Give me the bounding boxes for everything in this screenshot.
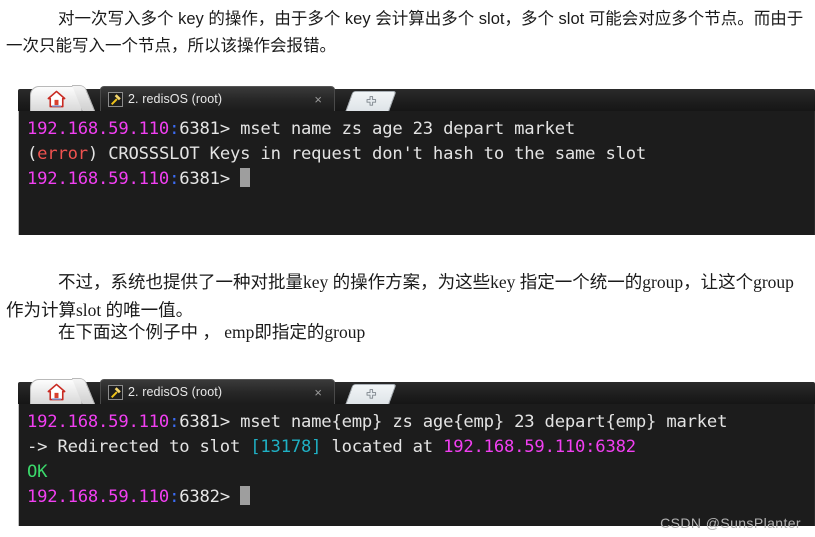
tab-redisos-active[interactable]: 2. redisOS (root) × <box>100 86 335 111</box>
terminal-text-segment: mset name zs age 23 depart market <box>240 119 576 139</box>
new-tab-button[interactable] <box>345 384 397 404</box>
terminal-text-segment: 6381> <box>179 169 241 189</box>
home-icon <box>47 383 65 401</box>
tab-close-button[interactable]: × <box>292 93 330 106</box>
terminal-text-segment: -> Redirected to slot <box>27 437 251 457</box>
terminal-text-segment: ( <box>27 144 38 164</box>
terminal-text-segment: OK <box>27 462 48 482</box>
terminal-tabbar: 2. redisOS (root) × <box>18 86 815 111</box>
terminal-line: 192.168.59.110:6381> mset name{emp} zs a… <box>27 410 814 435</box>
tab-close-button[interactable]: × <box>292 386 330 399</box>
tab-title: 2. redisOS (root) <box>128 385 223 399</box>
terminal-text-segment: : <box>169 412 180 432</box>
plug-icon <box>108 384 123 400</box>
terminal-text-segment: : <box>169 119 180 139</box>
terminal-text-segment: 192.168.59.110 <box>27 412 170 432</box>
terminal-text-segment: 192.168.59.110 <box>27 169 170 189</box>
terminal-line: OK <box>27 460 814 485</box>
terminal-text-segment: 6381> <box>179 412 241 432</box>
terminal-text-segment: [13178] <box>250 437 322 457</box>
plus-icon <box>366 389 376 399</box>
csdn-watermark: CSDN @SunsPlanter <box>660 515 801 531</box>
terminal-text-segment: error <box>37 144 88 164</box>
tab-home[interactable] <box>30 86 82 111</box>
tab-title: 2. redisOS (root) <box>128 92 223 106</box>
paragraph-group-explain: 不过，系统也提供了一种对批量key 的操作方案，为这些key 指定一个统一的gr… <box>6 272 794 321</box>
terminal-line: 192.168.59.110:6382> <box>27 485 814 510</box>
plug-icon <box>108 91 123 107</box>
terminal-tabbar: 2. redisOS (root) × <box>18 379 815 404</box>
home-icon <box>47 90 65 108</box>
terminal-text-segment: 6381> <box>179 119 241 139</box>
paragraph-intro: 对一次写入多个 key 的操作，由于多个 key 会计算出多个 slot，多个 … <box>6 10 804 55</box>
terminal-window-2: 2. redisOS (root) × 192.168.59.110:6381>… <box>18 379 815 526</box>
tab-redisos-active[interactable]: 2. redisOS (root) × <box>100 379 335 404</box>
terminal-text-segment: 192.168.59.110 <box>27 119 170 139</box>
terminal-cursor <box>240 486 251 505</box>
terminal-text-segment: 192.168.59.110:6382 <box>443 437 636 457</box>
paragraph-example-note: 在下面这个例子中 ， emp即指定的group <box>58 322 366 342</box>
terminal-line: 192.168.59.110:6381> <box>27 167 814 192</box>
terminal-text-segment: : <box>169 487 180 507</box>
terminal-text-segment: ) CROSSSLOT Keys in request don't hash t… <box>87 144 647 164</box>
terminal-output-1[interactable]: 192.168.59.110:6381> mset name zs age 23… <box>18 111 815 235</box>
terminal-window-1: 2. redisOS (root) × 192.168.59.110:6381>… <box>18 86 815 235</box>
terminal-text-segment: 6382> <box>179 487 241 507</box>
terminal-text-segment: : <box>169 169 180 189</box>
terminal-text-segment: mset name{emp} zs age{emp} 23 depart{emp… <box>240 412 728 432</box>
terminal-text-segment: located at <box>321 437 444 457</box>
terminal-output-2[interactable]: 192.168.59.110:6381> mset name{emp} zs a… <box>18 404 815 526</box>
new-tab-button[interactable] <box>345 91 397 111</box>
plus-icon <box>366 96 376 106</box>
terminal-text-segment: 192.168.59.110 <box>27 487 170 507</box>
terminal-cursor <box>240 168 251 187</box>
terminal-line: 192.168.59.110:6381> mset name zs age 23… <box>27 117 814 142</box>
tab-home[interactable] <box>30 379 82 404</box>
terminal-line: (error) CROSSSLOT Keys in request don't … <box>27 142 814 167</box>
terminal-line: -> Redirected to slot [13178] located at… <box>27 435 814 460</box>
